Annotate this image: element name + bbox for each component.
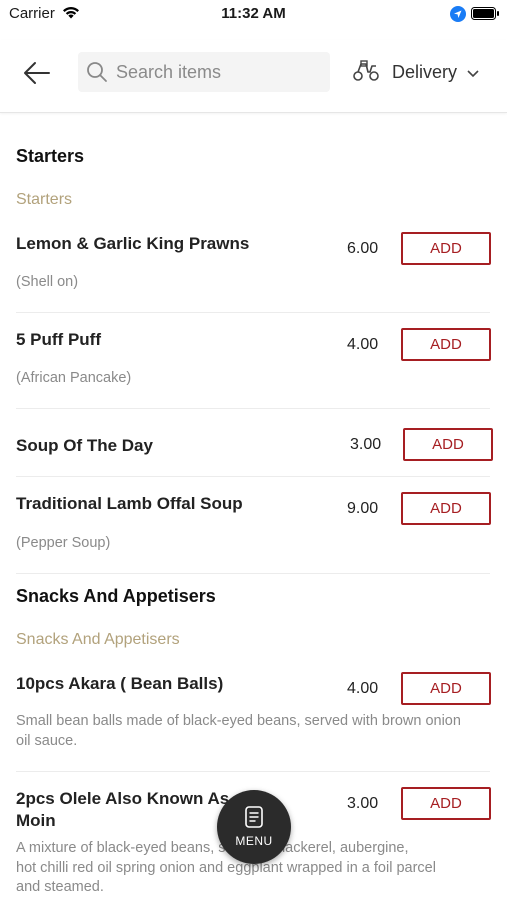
item-description: (Pepper Soup): [16, 535, 111, 551]
item-name: Lemon & Garlic King Prawns: [16, 234, 250, 253]
chevron-down-icon: [467, 62, 479, 83]
section-subtitle: Snacks And Appetisers: [16, 631, 180, 648]
status-bar: Carrier 11:32 AM: [0, 0, 507, 28]
item-price: 9.00: [347, 500, 379, 517]
add-button[interactable]: ADD: [401, 672, 491, 705]
item-price: 3.00: [347, 795, 379, 812]
item-price: 4.00: [347, 336, 379, 353]
item-name: 10pcs Akara ( Bean Balls): [16, 674, 224, 693]
item-description-line3: and steamed.: [16, 879, 104, 895]
section-subtitle: Starters: [16, 191, 73, 208]
search-box[interactable]: [78, 52, 330, 92]
item-price: 3.00: [350, 436, 382, 453]
section-title: Snacks And Appetisers: [16, 586, 216, 606]
clock: 11:32 AM: [221, 5, 286, 22]
search-icon: [86, 61, 108, 88]
divider: [16, 771, 490, 772]
header: Delivery: [0, 40, 507, 113]
back-arrow-icon[interactable]: [20, 56, 54, 90]
battery-icon: [471, 7, 500, 24]
item-price: 4.00: [347, 680, 379, 697]
item-description: (African Pancake): [16, 370, 132, 386]
delivery-label: Delivery: [392, 61, 458, 82]
section-title: Starters: [16, 146, 85, 166]
add-button[interactable]: ADD: [401, 232, 491, 265]
item-description: (Shell on): [16, 274, 79, 290]
scooter-icon: [352, 58, 380, 87]
add-button[interactable]: ADD: [401, 787, 491, 820]
item-name: Traditional Lamb Offal Soup: [16, 494, 243, 513]
location-icon: [450, 6, 466, 26]
divider: [16, 312, 490, 313]
divider: [16, 573, 490, 574]
delivery-selector[interactable]: Delivery: [352, 58, 479, 86]
divider: [16, 476, 490, 477]
menu-fab-label: MENU: [235, 834, 273, 848]
search-input[interactable]: [116, 52, 321, 92]
add-button[interactable]: ADD: [403, 428, 493, 461]
item-price: 6.00: [347, 240, 379, 257]
item-name: Soup Of The Day: [16, 436, 153, 455]
menu-book-icon: [243, 805, 265, 834]
menu-fab-button[interactable]: MENU: [217, 790, 291, 864]
item-name: 5 Puff Puff: [16, 330, 101, 349]
add-button[interactable]: ADD: [401, 492, 491, 525]
add-button[interactable]: ADD: [401, 328, 491, 361]
back-button[interactable]: [20, 56, 54, 90]
item-description: Small bean balls made of black-eyed bean…: [16, 713, 461, 749]
divider: [16, 408, 490, 409]
